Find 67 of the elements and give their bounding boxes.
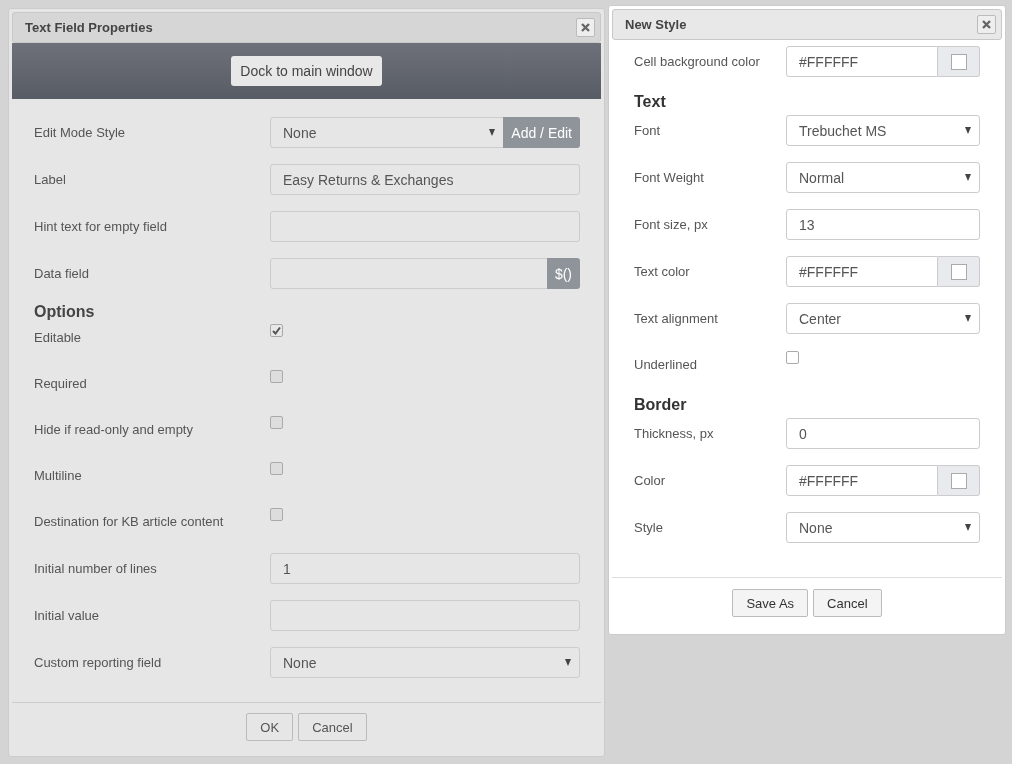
field-label: Multiline — [34, 467, 83, 485]
section-heading: Border — [634, 396, 688, 414]
color-picker-button[interactable] — [938, 465, 980, 496]
input-field[interactable] — [270, 258, 548, 289]
dialog-title: New Style — [625, 17, 687, 32]
caret-icon — [965, 315, 971, 322]
checkbox[interactable] — [270, 508, 283, 521]
caret-icon — [565, 659, 571, 666]
dialog-button[interactable]: OK — [246, 713, 294, 741]
field-label: Font size, px — [634, 215, 709, 234]
dropdown[interactable]: None — [786, 512, 980, 543]
color-input-field[interactable]: #FFFFFF — [786, 256, 938, 287]
field-label: Editable — [34, 329, 82, 347]
input-field[interactable] — [270, 600, 580, 631]
field-label: Hint text for empty field — [34, 217, 168, 236]
input-field[interactable]: 13 — [786, 209, 980, 240]
field-label: Initial number of lines — [34, 559, 158, 578]
dialog-title: Text Field Properties — [25, 20, 153, 35]
dropdown[interactable]: Trebuchet MS — [786, 115, 980, 146]
close-icon — [982, 20, 991, 29]
input-field[interactable]: Easy Returns & Exchanges — [270, 164, 580, 195]
color-picker-button[interactable] — [938, 256, 980, 287]
dialog-button[interactable]: Save As — [732, 589, 809, 617]
checkbox[interactable] — [270, 370, 283, 383]
color-input-field[interactable]: #FFFFFF — [786, 46, 938, 77]
field-label: Thickness, px — [634, 424, 715, 443]
checkbox[interactable] — [270, 324, 283, 337]
field-label: Cell background color — [634, 52, 761, 71]
input-field[interactable]: 1 — [270, 553, 580, 584]
section-heading: Options — [34, 303, 96, 321]
field-label: Color — [634, 471, 667, 490]
input-field[interactable] — [270, 211, 580, 242]
field-label: Text color — [634, 262, 691, 281]
dropdown[interactable]: None — [270, 647, 580, 678]
caret-icon — [965, 127, 971, 134]
checkbox[interactable] — [270, 416, 283, 429]
field-label: Font Weight — [634, 168, 705, 187]
dropdown[interactable]: Normal — [786, 162, 980, 193]
field-label: Font — [634, 121, 661, 140]
caret-icon — [965, 524, 971, 531]
field-label: Edit Mode Style — [34, 123, 127, 142]
field-label: Custom reporting field — [34, 653, 163, 672]
field-label: Hide if read-only and empty — [34, 421, 194, 439]
field-label: Text alignment — [634, 309, 719, 328]
dialog-button[interactable]: Cancel — [813, 589, 882, 617]
dropdown[interactable]: Center — [786, 303, 980, 334]
close-button[interactable] — [977, 15, 996, 34]
field-label: Required — [34, 375, 88, 393]
dock-button[interactable]: Dock to main window — [231, 56, 382, 86]
color-input-field[interactable]: #FFFFFF — [786, 465, 938, 496]
section-heading: Text — [634, 93, 667, 111]
input-field[interactable]: 0 — [786, 418, 980, 449]
checkbox[interactable] — [786, 351, 799, 364]
close-icon — [581, 23, 590, 32]
dropdown[interactable]: None — [270, 117, 505, 148]
checkbox[interactable] — [270, 462, 283, 475]
field-label: Label — [34, 170, 67, 189]
field-label: Destination for KB article content — [34, 513, 225, 531]
field-label: Underlined — [634, 356, 698, 374]
field-label: Style — [634, 518, 664, 537]
field-label: Initial value — [34, 606, 101, 625]
close-button[interactable] — [576, 18, 595, 37]
dialog-button[interactable]: Cancel — [298, 713, 367, 741]
caret-icon — [489, 129, 496, 136]
color-picker-button[interactable] — [938, 46, 980, 77]
caret-icon — [965, 174, 971, 181]
field-label: Data field — [34, 264, 90, 283]
